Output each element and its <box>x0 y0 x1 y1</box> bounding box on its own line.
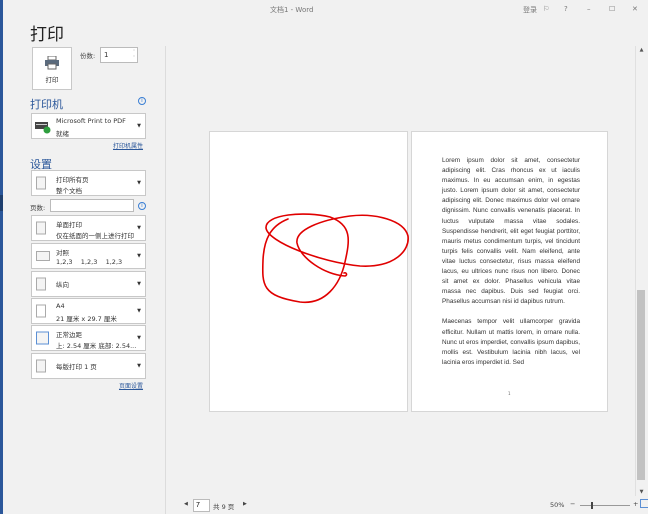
next-page-icon[interactable]: ▶ <box>243 501 247 507</box>
scroll-up-icon[interactable]: ▲ <box>636 47 647 53</box>
scroll-down-icon[interactable]: ▼ <box>636 489 647 495</box>
zoom-in-button[interactable]: + <box>633 500 638 508</box>
total-pages-label: 共 9 页 <box>213 503 235 511</box>
fit-to-window-icon[interactable] <box>640 499 648 508</box>
current-page-input[interactable] <box>193 499 210 512</box>
preview-page-text: Lorem ipsum dolor sit amet, consectetur … <box>442 156 580 378</box>
zoom-slider-handle[interactable] <box>591 502 593 509</box>
zoom-level: 50% <box>550 501 565 509</box>
preview-page-number: 1 <box>508 391 511 396</box>
preview-paragraph: Maecenas tempor velit ullamcorper gravid… <box>442 318 580 366</box>
preview-status-bar: ◀ 共 9 页 ▶ 50% − + <box>166 498 648 514</box>
previous-page-icon[interactable]: ◀ <box>184 501 188 507</box>
preview-paragraph: Lorem ipsum dolor sit amet, consectetur … <box>442 157 580 306</box>
zoom-out-button[interactable]: − <box>570 500 575 508</box>
scrollbar-thumb[interactable] <box>637 290 645 480</box>
ink-stroke <box>261 213 409 303</box>
zoom-slider[interactable] <box>580 505 630 506</box>
